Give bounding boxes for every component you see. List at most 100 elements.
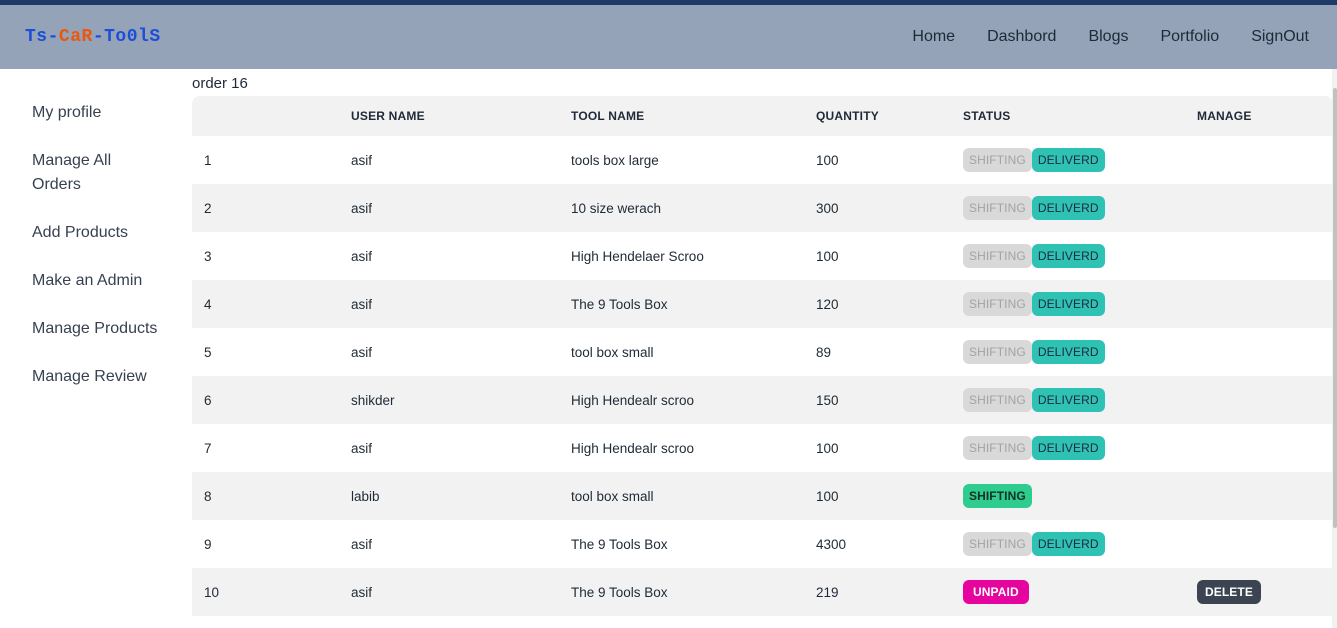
row-index: 5: [204, 344, 212, 360]
navbar: Ts-CaR-To0lS Home Dashbord Blogs Portfol…: [0, 5, 1337, 69]
row-quantity: 150: [816, 392, 839, 408]
table-row: 4 asif The 9 Tools Box 120 SHIFTING DELIV…: [192, 280, 1333, 328]
row-tool-name: The 9 Tools Box: [571, 536, 668, 552]
table-row: 10 asif The 9 Tools Box 219 UNPAID DELET…: [192, 568, 1333, 616]
shifting-button-disabled: SHIFTING: [963, 196, 1032, 220]
row-status: SHIFTING DELIVERD: [963, 424, 1105, 472]
row-index: 1: [204, 152, 212, 168]
delivered-badge: DELIVERD: [1031, 292, 1105, 316]
row-user-name: asif: [351, 440, 373, 456]
sidebar-item-add-products[interactable]: Add Products: [32, 221, 182, 245]
row-status: SHIFTING DELIVERD: [963, 280, 1105, 328]
row-index: 4: [204, 296, 212, 312]
nav-link-portfolio[interactable]: Portfolio: [1144, 5, 1235, 69]
header-status: STATUS: [963, 109, 1011, 123]
row-quantity: 219: [816, 584, 839, 600]
delivered-badge: DELIVERD: [1031, 148, 1105, 172]
row-tool-name: tools box large: [571, 152, 659, 168]
row-status: SHIFTING DELIVERD: [963, 184, 1105, 232]
header-tool-name: TOOL NAME: [571, 109, 645, 123]
row-manage: DELETE: [1197, 568, 1261, 616]
row-index: 7: [204, 440, 212, 456]
row-user-name: asif: [351, 152, 373, 168]
table-row: 3 asif High Hendelaer Scroo 100 SHIFTING…: [192, 232, 1333, 280]
sidebar-item-manage-products[interactable]: Manage Products: [32, 317, 182, 341]
table-row: 7 asif High Hendealr scroo 100 SHIFTING D…: [192, 424, 1333, 472]
nav-link-home[interactable]: Home: [896, 5, 971, 69]
row-quantity: 100: [816, 488, 839, 504]
table-row: 6 shikder High Hendealr scroo 150 SHIFTI…: [192, 376, 1333, 424]
row-quantity: 120: [816, 296, 839, 312]
row-quantity: 100: [816, 248, 839, 264]
row-user-name: asif: [351, 296, 373, 312]
row-quantity: 300: [816, 200, 839, 216]
row-tool-name: High Hendelaer Scroo: [571, 248, 704, 264]
delivered-badge: DELIVERD: [1031, 340, 1105, 364]
order-count: order 16: [192, 75, 248, 92]
header-user-name: USER NAME: [351, 109, 425, 123]
shifting-button-disabled: SHIFTING: [963, 436, 1032, 460]
brand-logo[interactable]: Ts-CaR-To0lS: [25, 27, 161, 47]
row-status: UNPAID: [963, 568, 1029, 616]
table-row: 5 asif tool box small 89 SHIFTING DELIVER…: [192, 328, 1333, 376]
row-status: SHIFTING DELIVERD: [963, 328, 1105, 376]
table-header-row: USER NAME TOOL NAME QUANTITY STATUS MANA…: [192, 96, 1333, 136]
row-quantity: 100: [816, 152, 839, 168]
shifting-button-disabled: SHIFTING: [963, 292, 1032, 316]
row-status: SHIFTING DELIVERD: [963, 376, 1105, 424]
row-tool-name: The 9 Tools Box: [571, 584, 668, 600]
shifting-button-disabled: SHIFTING: [963, 388, 1032, 412]
sidebar-item-make-admin[interactable]: Make an Admin: [32, 269, 182, 293]
brand-part-1: Ts-: [25, 27, 59, 47]
sidebar: My profile Manage All Orders Add Product…: [0, 69, 192, 628]
shifting-button[interactable]: SHIFTING: [963, 484, 1032, 508]
sidebar-item-my-profile[interactable]: My profile: [32, 101, 182, 125]
row-user-name: asif: [351, 584, 373, 600]
row-status: SHIFTING DELIVERD: [963, 232, 1105, 280]
row-index: 3: [204, 248, 212, 264]
row-status: SHIFTING DELIVERD: [963, 136, 1105, 184]
row-tool-name: tool box small: [571, 344, 654, 360]
row-index: 8: [204, 488, 212, 504]
row-index: 9: [204, 536, 212, 552]
nav-link-blogs[interactable]: Blogs: [1072, 5, 1144, 69]
brand-part-2: CaR: [58, 27, 93, 47]
row-status: SHIFTING DELIVERD: [963, 520, 1105, 568]
row-user-name: asif: [351, 248, 373, 264]
table-row: 1 asif tools box large 100 SHIFTING DELIV…: [192, 136, 1333, 184]
delivered-badge: DELIVERD: [1031, 244, 1105, 268]
row-tool-name: tool box small: [571, 488, 654, 504]
delivered-badge: DELIVERD: [1031, 436, 1105, 460]
orders-table: USER NAME TOOL NAME QUANTITY STATUS MANA…: [192, 96, 1333, 616]
table-row: 2 asif 10 size werach 300 SHIFTING DELIVE…: [192, 184, 1333, 232]
shifting-button-disabled: SHIFTING: [963, 532, 1032, 556]
row-tool-name: High Hendealr scroo: [571, 440, 695, 456]
nav-links: Home Dashbord Blogs Portfolio SignOut: [896, 5, 1325, 69]
row-tool-name: High Hendealr scroo: [571, 392, 695, 408]
row-index: 2: [204, 200, 212, 216]
row-quantity: 100: [816, 440, 839, 456]
unpaid-badge: UNPAID: [963, 580, 1029, 604]
row-tool-name: The 9 Tools Box: [571, 296, 668, 312]
row-user-name: asif: [351, 200, 373, 216]
delivered-badge: DELIVERD: [1031, 532, 1105, 556]
row-user-name: labib: [351, 488, 380, 504]
row-quantity: 89: [816, 344, 832, 360]
sidebar-item-manage-review[interactable]: Manage Review: [32, 365, 182, 389]
shifting-button-disabled: SHIFTING: [963, 148, 1032, 172]
nav-link-dashboard[interactable]: Dashbord: [971, 5, 1072, 69]
row-quantity: 4300: [816, 536, 847, 552]
nav-link-signout[interactable]: SignOut: [1235, 5, 1325, 69]
scrollbar-thumb[interactable]: [1333, 88, 1337, 528]
delete-button[interactable]: DELETE: [1197, 580, 1261, 604]
delivered-badge: DELIVERD: [1031, 388, 1105, 412]
sidebar-item-manage-all-orders[interactable]: Manage All Orders: [32, 149, 142, 197]
row-user-name: shikder: [351, 392, 395, 408]
row-user-name: asif: [351, 536, 373, 552]
delivered-badge: DELIVERD: [1031, 196, 1105, 220]
brand-part-3: -To0lS: [92, 27, 161, 47]
header-manage: MANAGE: [1197, 109, 1252, 123]
shifting-button-disabled: SHIFTING: [963, 244, 1032, 268]
shifting-button-disabled: SHIFTING: [963, 340, 1032, 364]
row-index: 10: [204, 584, 220, 600]
